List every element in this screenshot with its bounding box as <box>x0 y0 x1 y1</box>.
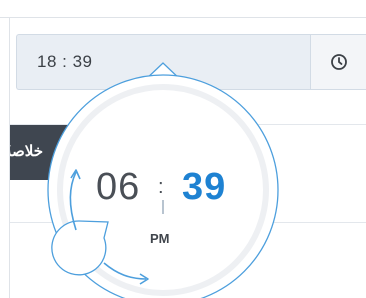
clock-button[interactable] <box>310 34 366 90</box>
side-label-text: خلاصةُ <box>10 143 44 160</box>
am-pm-toggle[interactable]: PM <box>150 231 170 246</box>
minutes-value[interactable]: 39 <box>182 166 226 209</box>
top-bar <box>0 0 366 18</box>
side-label: خلاصةُ <box>10 125 70 180</box>
time-separator: : <box>158 176 164 198</box>
time-input-field[interactable]: 18 : 39 <box>16 34 310 90</box>
row-divider <box>10 222 366 223</box>
time-input-value: 18 : 39 <box>37 52 93 71</box>
hours-value[interactable]: 06 <box>96 166 140 209</box>
drag-handle <box>51 220 109 276</box>
clock-icon <box>330 54 347 70</box>
